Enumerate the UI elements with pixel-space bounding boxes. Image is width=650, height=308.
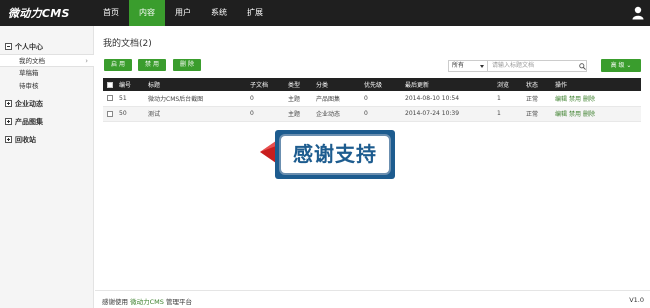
cell-actions: 编辑 禁用 删除 bbox=[553, 106, 641, 122]
footer-credit: 感谢使用 微动力CMS 管理平台 bbox=[102, 296, 192, 306]
cell-views: 1 bbox=[495, 106, 524, 122]
advanced-label: 高 级 bbox=[610, 62, 625, 69]
col-updated[interactable]: 最后更新 bbox=[403, 78, 495, 91]
sidebar-group-label: 个人中心 bbox=[15, 43, 43, 51]
footer-brand-link[interactable]: 微动力CMS bbox=[130, 298, 164, 306]
nav-system[interactable]: 系统 bbox=[201, 0, 237, 26]
nav-extensions[interactable]: 扩展 bbox=[237, 0, 273, 26]
edit-link[interactable]: 编辑 bbox=[555, 96, 567, 103]
col-views[interactable]: 浏览 bbox=[495, 78, 524, 91]
sidebar-group-personal[interactable]: 个人中心 bbox=[0, 40, 93, 54]
table-header-row: 编号 标题 子文档 类型 分类 优先级 最后更新 浏览 状态 操作 bbox=[103, 78, 641, 91]
sidebar-item-my-documents[interactable]: 我的文档 › bbox=[0, 54, 94, 67]
col-category[interactable]: 分类 bbox=[314, 78, 362, 91]
cell-children: 0 bbox=[248, 91, 286, 107]
cell-updated: 2014-08-10 10:54 bbox=[403, 91, 495, 107]
sidebar-item-label: 待审核 bbox=[19, 82, 39, 90]
filter-select[interactable]: 所有 bbox=[448, 60, 488, 72]
sidebar-group-label: 产品图集 bbox=[15, 118, 43, 126]
edit-link[interactable]: 编辑 bbox=[555, 111, 567, 118]
footer-divider bbox=[95, 290, 650, 291]
filter-select-value: 所有 bbox=[452, 62, 465, 69]
cell-category: 产品图集 bbox=[314, 91, 362, 107]
cell-priority: 0 bbox=[362, 91, 403, 107]
disable-button[interactable]: 禁 用 bbox=[138, 59, 166, 71]
table-row: 50 测试 0 主题 企业动态 0 2014-07-24 10:39 1 正常 … bbox=[103, 106, 641, 122]
cell-type: 主题 bbox=[286, 106, 314, 122]
documents-table: 编号 标题 子文档 类型 分类 优先级 最后更新 浏览 状态 操作 51 微动力… bbox=[103, 78, 641, 122]
app-logo[interactable]: 微动力CMS bbox=[8, 5, 70, 21]
col-children[interactable]: 子文档 bbox=[248, 78, 286, 91]
cell-status: 正常 bbox=[524, 106, 553, 122]
cell-views: 1 bbox=[495, 91, 524, 107]
col-priority[interactable]: 优先级 bbox=[362, 78, 403, 91]
cell-category: 企业动态 bbox=[314, 106, 362, 122]
page-title: 我的文档(2) bbox=[103, 39, 152, 49]
cell-children: 0 bbox=[248, 106, 286, 122]
col-actions: 操作 bbox=[553, 78, 641, 91]
main-nav: 首页 内容 用户 系统 扩展 bbox=[93, 0, 273, 26]
top-navbar: 微动力CMS 首页 内容 用户 系统 扩展 bbox=[0, 0, 650, 26]
nav-home[interactable]: 首页 bbox=[93, 0, 129, 26]
disable-link[interactable]: 禁用 bbox=[569, 96, 581, 103]
expand-icon bbox=[5, 100, 12, 107]
col-title[interactable]: 标题 bbox=[146, 78, 248, 91]
table-row: 51 微动力CMS后台截图 0 主题 产品图集 0 2014-08-10 10:… bbox=[103, 91, 641, 107]
footer-prefix: 感谢使用 bbox=[102, 298, 128, 306]
sidebar-group-company-news[interactable]: 企业动态 bbox=[0, 97, 93, 111]
collapse-icon bbox=[5, 43, 12, 50]
sidebar-group-label: 企业动态 bbox=[15, 100, 43, 108]
cell-title-link[interactable]: 测试 bbox=[146, 106, 248, 122]
advanced-search-button[interactable]: 高 级 ⌄ bbox=[601, 59, 641, 72]
cell-priority: 0 bbox=[362, 106, 403, 122]
sidebar-group-product-gallery[interactable]: 产品图集 bbox=[0, 115, 93, 129]
row-checkbox[interactable] bbox=[107, 110, 113, 117]
select-all-checkbox[interactable] bbox=[107, 81, 113, 88]
enable-button[interactable]: 启 用 bbox=[104, 59, 132, 71]
col-status[interactable]: 状态 bbox=[524, 78, 553, 91]
cell-updated: 2014-07-24 10:39 bbox=[403, 106, 495, 122]
cell-id: 51 bbox=[117, 91, 146, 107]
delete-button[interactable]: 删 除 bbox=[173, 59, 201, 71]
search-input[interactable]: 请输入标题文档 bbox=[487, 60, 587, 72]
nav-users[interactable]: 用户 bbox=[165, 0, 201, 26]
nav-content[interactable]: 内容 bbox=[129, 0, 165, 26]
cell-type: 主题 bbox=[286, 91, 314, 107]
delete-link[interactable]: 删除 bbox=[583, 111, 595, 118]
sidebar-group-recycle-bin[interactable]: 回收站 bbox=[0, 133, 93, 147]
thanks-banner-text: 感谢支持 bbox=[293, 142, 377, 166]
caret-down-icon bbox=[480, 65, 484, 68]
delete-link[interactable]: 删除 bbox=[583, 96, 595, 103]
col-id[interactable]: 编号 bbox=[117, 78, 146, 91]
row-checkbox[interactable] bbox=[107, 95, 113, 102]
expand-icon bbox=[5, 118, 12, 125]
cell-actions: 编辑 禁用 删除 bbox=[553, 91, 641, 107]
cell-id: 50 bbox=[117, 106, 146, 122]
sidebar-item-pending[interactable]: 待审核 bbox=[0, 80, 93, 93]
sidebar-group-label: 回收站 bbox=[15, 136, 36, 144]
search-icon[interactable] bbox=[579, 63, 586, 70]
sidebar-item-label: 我的文档 bbox=[19, 57, 45, 65]
sidebar-item-drafts[interactable]: 草稿箱 bbox=[0, 67, 93, 80]
expand-icon bbox=[5, 136, 12, 143]
footer-suffix: 管理平台 bbox=[165, 298, 192, 306]
cell-status: 正常 bbox=[524, 91, 553, 107]
sidebar-item-label: 草稿箱 bbox=[19, 69, 39, 77]
sidebar: 个人中心 我的文档 › 草稿箱 待审核 企业动态 产品图集 回收站 bbox=[0, 26, 94, 308]
col-type[interactable]: 类型 bbox=[286, 78, 314, 91]
user-icon[interactable] bbox=[632, 6, 644, 20]
chevron-down-icon: ⌄ bbox=[626, 62, 632, 69]
disable-link[interactable]: 禁用 bbox=[569, 111, 581, 118]
cell-title-link[interactable]: 微动力CMS后台截图 bbox=[146, 91, 248, 107]
footer-version: V1.0 bbox=[629, 296, 644, 304]
